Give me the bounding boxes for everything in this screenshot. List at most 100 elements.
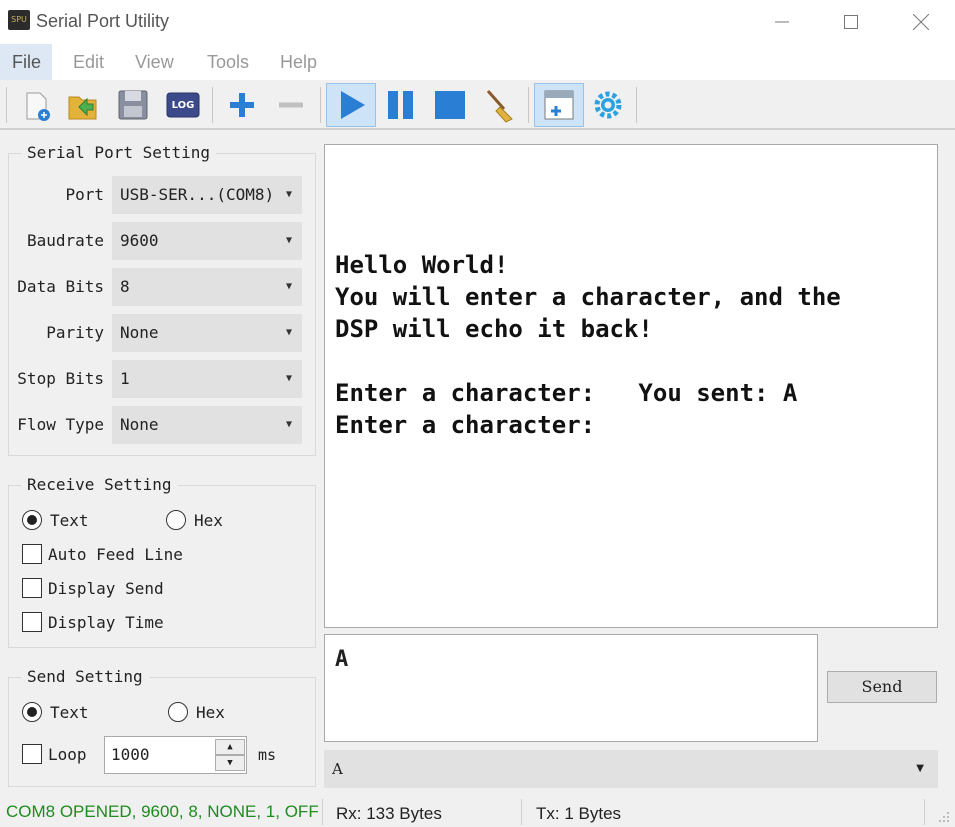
loop-checkbox[interactable] (22, 744, 42, 764)
loop-interval-spinbox[interactable]: 1000 ▲ ▼ (104, 736, 247, 774)
receive-text-label: Text (50, 511, 89, 530)
data-bits-value: 8 (120, 277, 130, 296)
receive-line: Enter a character: You sent: A (335, 379, 798, 407)
chevron-down-icon: ▼ (285, 235, 292, 246)
pause-icon (388, 91, 413, 119)
minimize-icon (775, 21, 789, 23)
send-button[interactable]: Send (827, 671, 937, 703)
rx-count: Rx: 133 Bytes (336, 804, 442, 823)
maximize-button[interactable] (828, 0, 874, 44)
display-time-label: Display Time (48, 613, 164, 632)
resize-grip-icon[interactable] (936, 809, 950, 823)
menu-view[interactable]: View (123, 44, 186, 80)
open-button[interactable] (60, 83, 106, 127)
play-icon (341, 91, 365, 119)
new-file-icon (26, 92, 50, 121)
port-value: USB-SER...(COM8) (120, 185, 275, 204)
menu-edit[interactable]: Edit (61, 44, 116, 80)
add-button[interactable] (219, 83, 265, 127)
send-text-area[interactable]: A (324, 634, 818, 742)
toolbar-separator (636, 87, 637, 123)
receive-hex-label: Hex (194, 511, 223, 530)
flow-type-label: Flow Type (17, 415, 104, 434)
receive-text-radio[interactable] (22, 510, 42, 530)
new-window-button[interactable] (534, 83, 584, 127)
minimize-button[interactable] (759, 0, 805, 44)
window-title: Serial Port Utility (36, 11, 170, 31)
stop-bits-select[interactable]: 1 ▼ (112, 360, 302, 398)
toolbar-separator (212, 87, 213, 123)
close-icon (913, 14, 929, 30)
toolbar: LOG (0, 80, 955, 130)
stop-button[interactable] (426, 83, 472, 127)
port-select[interactable]: USB-SER...(COM8) ▼ (112, 176, 302, 214)
flow-type-select[interactable]: None ▼ (112, 406, 302, 444)
broom-clear-icon (486, 90, 513, 123)
title-bar: SPU Serial Port Utility (0, 0, 955, 44)
send-hex-label: Hex (196, 703, 225, 722)
display-time-checkbox[interactable] (22, 612, 42, 632)
toolbar-separator (6, 87, 7, 123)
spin-down-button[interactable]: ▼ (215, 755, 245, 771)
menu-file[interactable]: File (0, 44, 52, 80)
menu-tools[interactable]: Tools (195, 44, 261, 80)
auto-feed-line-checkbox[interactable] (22, 544, 42, 564)
log-label: LOG (171, 99, 195, 111)
data-bits-select[interactable]: 8 ▼ (112, 268, 302, 306)
status-separator (322, 799, 323, 825)
toolbar-separator (320, 87, 321, 123)
stop-bits-value: 1 (120, 369, 130, 388)
remove-icon (279, 102, 303, 108)
stop-bits-label: Stop Bits (17, 369, 104, 388)
send-history-select[interactable]: A ▼ (324, 750, 938, 788)
remove-button[interactable] (268, 83, 314, 127)
chevron-down-icon: ▼ (916, 763, 924, 774)
auto-feed-line-label: Auto Feed Line (48, 545, 183, 564)
status-separator (521, 799, 522, 825)
start-button[interactable] (326, 83, 376, 127)
open-folder-icon (68, 96, 97, 120)
chevron-down-icon: ▼ (285, 281, 292, 292)
chevron-down-icon: ▼ (285, 373, 292, 384)
send-text-radio[interactable] (22, 702, 42, 722)
flow-type-value: None (120, 415, 159, 434)
save-icon (118, 90, 148, 120)
pause-button[interactable] (377, 83, 423, 127)
clear-button[interactable] (477, 83, 523, 127)
new-file-button[interactable] (12, 83, 58, 127)
settings-button[interactable] (585, 83, 631, 127)
settings-gear-icon (594, 91, 622, 119)
receive-line: Hello World! (335, 251, 509, 279)
spin-up-button[interactable]: ▲ (215, 739, 245, 755)
menu-bar: File Edit View Tools Help (0, 44, 955, 80)
connection-status: COM8 OPENED, 9600, 8, NONE, 1, OFF (6, 802, 319, 821)
display-send-checkbox[interactable] (22, 578, 42, 598)
close-button[interactable] (898, 0, 944, 44)
receive-line: DSP will echo it back! (335, 315, 653, 343)
parity-select[interactable]: None ▼ (112, 314, 302, 352)
tx-count: Tx: 1 Bytes (536, 804, 622, 823)
add-icon (230, 93, 254, 117)
send-text-label: Text (50, 703, 89, 722)
send-text-value: A (335, 647, 349, 672)
new-window-icon (544, 90, 574, 120)
display-send-label: Display Send (48, 579, 164, 598)
data-bits-label: Data Bits (17, 277, 104, 296)
baudrate-select[interactable]: 9600 ▼ (112, 222, 302, 260)
status-bar: COM8 OPENED, 9600, 8, NONE, 1, OFF Rx: 1… (0, 797, 955, 827)
menu-help[interactable]: Help (268, 44, 329, 80)
send-hex-radio[interactable] (168, 702, 188, 722)
serial-port-setting-title: Serial Port Setting (21, 143, 217, 162)
parity-value: None (120, 323, 159, 342)
maximize-icon (844, 15, 858, 29)
toolbar-separator (528, 87, 529, 123)
log-button[interactable]: LOG (160, 83, 206, 127)
send-setting-title: Send Setting (21, 667, 149, 686)
chevron-down-icon: ▼ (285, 419, 292, 430)
parity-label: Parity (46, 323, 104, 342)
loop-interval-value: 1000 (111, 745, 150, 764)
receive-text-area[interactable]: Hello World! You will enter a character,… (324, 144, 938, 628)
receive-hex-radio[interactable] (166, 510, 186, 530)
loop-label: Loop (48, 745, 87, 764)
save-button[interactable] (110, 83, 156, 127)
